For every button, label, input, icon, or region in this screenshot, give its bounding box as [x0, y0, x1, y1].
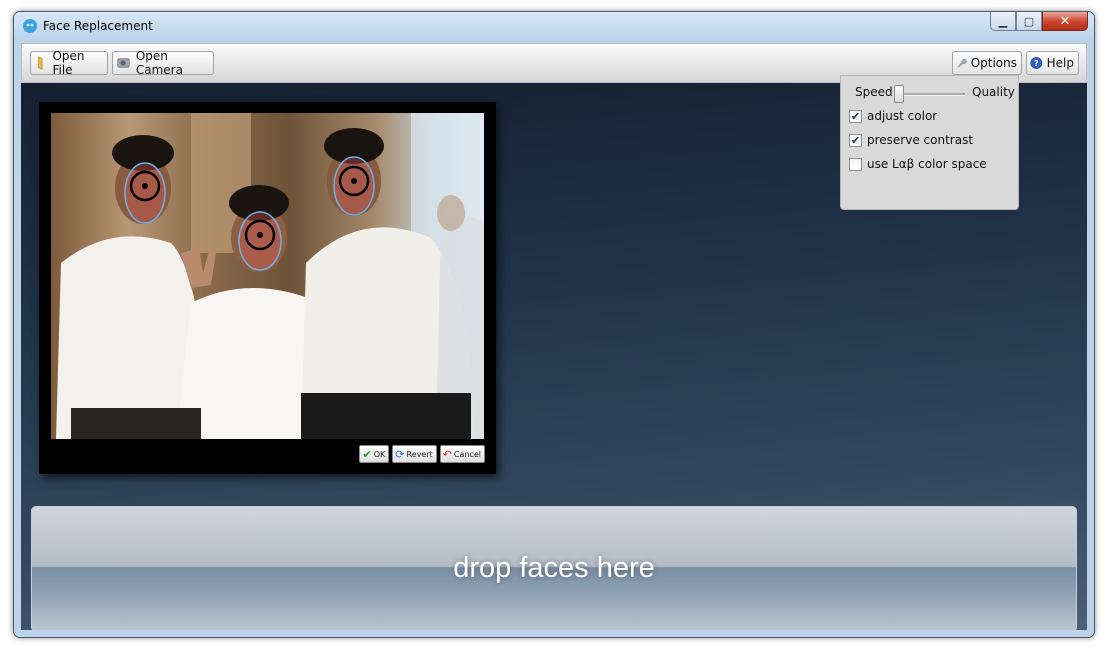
photo-action-bar: ✔ OK ⟳ Revert ↶ Cancel: [359, 445, 485, 463]
maximize-button[interactable]: ▢: [1016, 12, 1042, 31]
cancel-button[interactable]: ↶ Cancel: [439, 445, 485, 463]
adjust-color-option[interactable]: ✔ adjust color: [849, 109, 937, 123]
open-camera-button[interactable]: Open Camera: [112, 49, 214, 77]
close-button[interactable]: ✕: [1042, 12, 1088, 31]
preserve-contrast-label: preserve contrast: [867, 133, 974, 147]
window-title: Face Replacement: [43, 19, 153, 33]
options-button[interactable]: Options: [952, 51, 1022, 75]
minimize-button[interactable]: ▁: [990, 12, 1016, 31]
use-lab-label: use Lαβ color space: [867, 157, 987, 171]
revert-label: Revert: [406, 449, 433, 459]
face-marker-3[interactable]: [333, 156, 375, 216]
options-label: Options: [970, 56, 1017, 70]
svg-text:?: ?: [1034, 59, 1038, 68]
options-panel: Speed Quality ✔ adjust color ✔ preserve …: [840, 75, 1019, 210]
checkmark-icon: ✔: [362, 447, 372, 461]
use-lab-option[interactable]: use Lαβ color space: [849, 157, 987, 171]
window-controls: ▁ ▢ ✕: [990, 12, 1088, 31]
wrench-icon: [957, 58, 967, 68]
close-icon: ✕: [1059, 13, 1071, 29]
minimize-icon: ▁: [998, 14, 1008, 28]
photo-image: [56, 113, 484, 439]
revert-button[interactable]: ⟳ Revert: [392, 445, 437, 463]
open-file-label: Open File: [52, 49, 85, 77]
quality-label: Quality: [972, 85, 1015, 99]
drop-zone-label: drop faces here: [453, 552, 655, 584]
face-marker-2[interactable]: [238, 211, 282, 271]
title-bar[interactable]: Face Replacement ▁ ▢ ✕: [14, 12, 1094, 42]
use-lab-checkbox[interactable]: [849, 157, 862, 171]
checkmark-icon: ✔: [850, 109, 861, 123]
folder-icon: [38, 56, 43, 70]
ok-button[interactable]: ✔ OK: [359, 445, 390, 463]
open-camera-label: Open Camera: [135, 49, 183, 77]
checkmark-icon: ✔: [850, 133, 861, 147]
undo-icon: ↶: [442, 447, 452, 461]
speed-quality-slider[interactable]: [895, 93, 965, 96]
photo-editor: ✔ OK ⟳ Revert ↶ Cancel: [39, 102, 496, 474]
cancel-label: Cancel: [453, 449, 481, 459]
adjust-color-checkbox[interactable]: ✔: [849, 109, 862, 123]
face-marker-1[interactable]: [124, 162, 166, 224]
slider-thumb[interactable]: [893, 85, 904, 103]
photo-canvas[interactable]: [51, 113, 484, 439]
help-icon: ?: [1030, 57, 1043, 69]
refresh-icon: ⟳: [395, 447, 405, 461]
speed-label: Speed: [855, 85, 893, 99]
app-logo-icon: [23, 19, 37, 33]
camera-icon: [117, 58, 130, 68]
speed-quality-slider-row: Speed Quality: [855, 85, 1015, 103]
help-button[interactable]: ? Help: [1026, 51, 1079, 75]
adjust-color-label: adjust color: [867, 109, 938, 123]
preserve-contrast-option[interactable]: ✔ preserve contrast: [849, 133, 973, 147]
maximize-icon: ▢: [1023, 14, 1035, 28]
preserve-contrast-checkbox[interactable]: ✔: [849, 133, 862, 147]
face-drop-zone[interactable]: drop faces here: [31, 506, 1077, 630]
ok-label: OK: [373, 449, 386, 459]
open-file-button[interactable]: Open File: [30, 49, 108, 77]
help-label: Help: [1046, 56, 1074, 70]
